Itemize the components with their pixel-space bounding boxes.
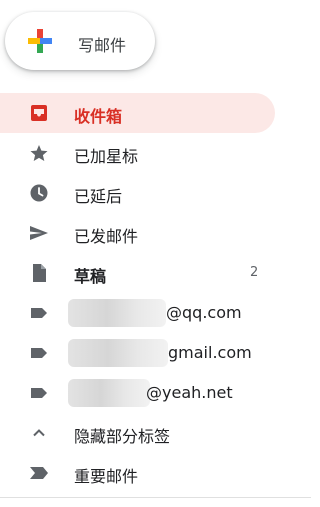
sidebar-item-label: 隐藏部分标签 [74, 427, 171, 446]
inbox-icon [29, 103, 49, 123]
label-icon [29, 343, 49, 363]
sidebar-item-label: 已发邮件 [74, 227, 139, 246]
draft-count-badge: 2 [250, 265, 259, 280]
clock-icon [29, 183, 49, 203]
compose-label: 写邮件 [78, 36, 127, 55]
compose-plus-icon [28, 29, 52, 53]
redacted-text [68, 339, 168, 367]
label-icon [29, 383, 49, 403]
sidebar-item-hide-labels[interactable]: 隐藏部分标签 [0, 413, 275, 453]
send-icon [29, 223, 49, 243]
sidebar-item-label: @yeah.net [146, 383, 233, 402]
label-icon [29, 303, 49, 323]
sidebar-item-label: 已加星标 [74, 147, 139, 166]
sidebar-item-inbox[interactable]: 收件箱 [0, 93, 275, 133]
sidebar-item-label: 草稿 [74, 267, 107, 286]
sidebar-item-label: 已延后 [74, 187, 123, 206]
sidebar-item-drafts[interactable]: 草稿 2 [0, 253, 275, 293]
sidebar-item-label: @qq.com [166, 303, 242, 322]
sidebar-item-label-yeah[interactable]: @yeah.net [0, 373, 275, 413]
sidebar-nav: 收件箱 已加星标 已延后 已发邮件 草稿 2 @qq.com gmail.com… [0, 93, 275, 493]
sidebar-item-label: gmail.com [168, 343, 252, 362]
star-icon [29, 143, 49, 163]
sidebar-item-important[interactable]: 重要邮件 [0, 453, 275, 493]
sidebar-item-label: 重要邮件 [74, 467, 139, 486]
sidebar-item-label-qq[interactable]: @qq.com [0, 293, 275, 333]
sidebar-item-starred[interactable]: 已加星标 [0, 133, 275, 173]
sidebar-item-snoozed[interactable]: 已延后 [0, 173, 275, 213]
sidebar-item-sent[interactable]: 已发邮件 [0, 213, 275, 253]
draft-icon [29, 263, 49, 283]
sidebar-item-label: 收件箱 [74, 107, 123, 126]
chevron-up-icon [29, 423, 49, 443]
compose-button[interactable]: 写邮件 [5, 12, 155, 70]
redacted-text [68, 299, 166, 327]
redacted-text [68, 379, 150, 407]
divider [0, 497, 311, 498]
important-icon [29, 463, 49, 483]
sidebar-item-label-gmail[interactable]: gmail.com [0, 333, 275, 373]
